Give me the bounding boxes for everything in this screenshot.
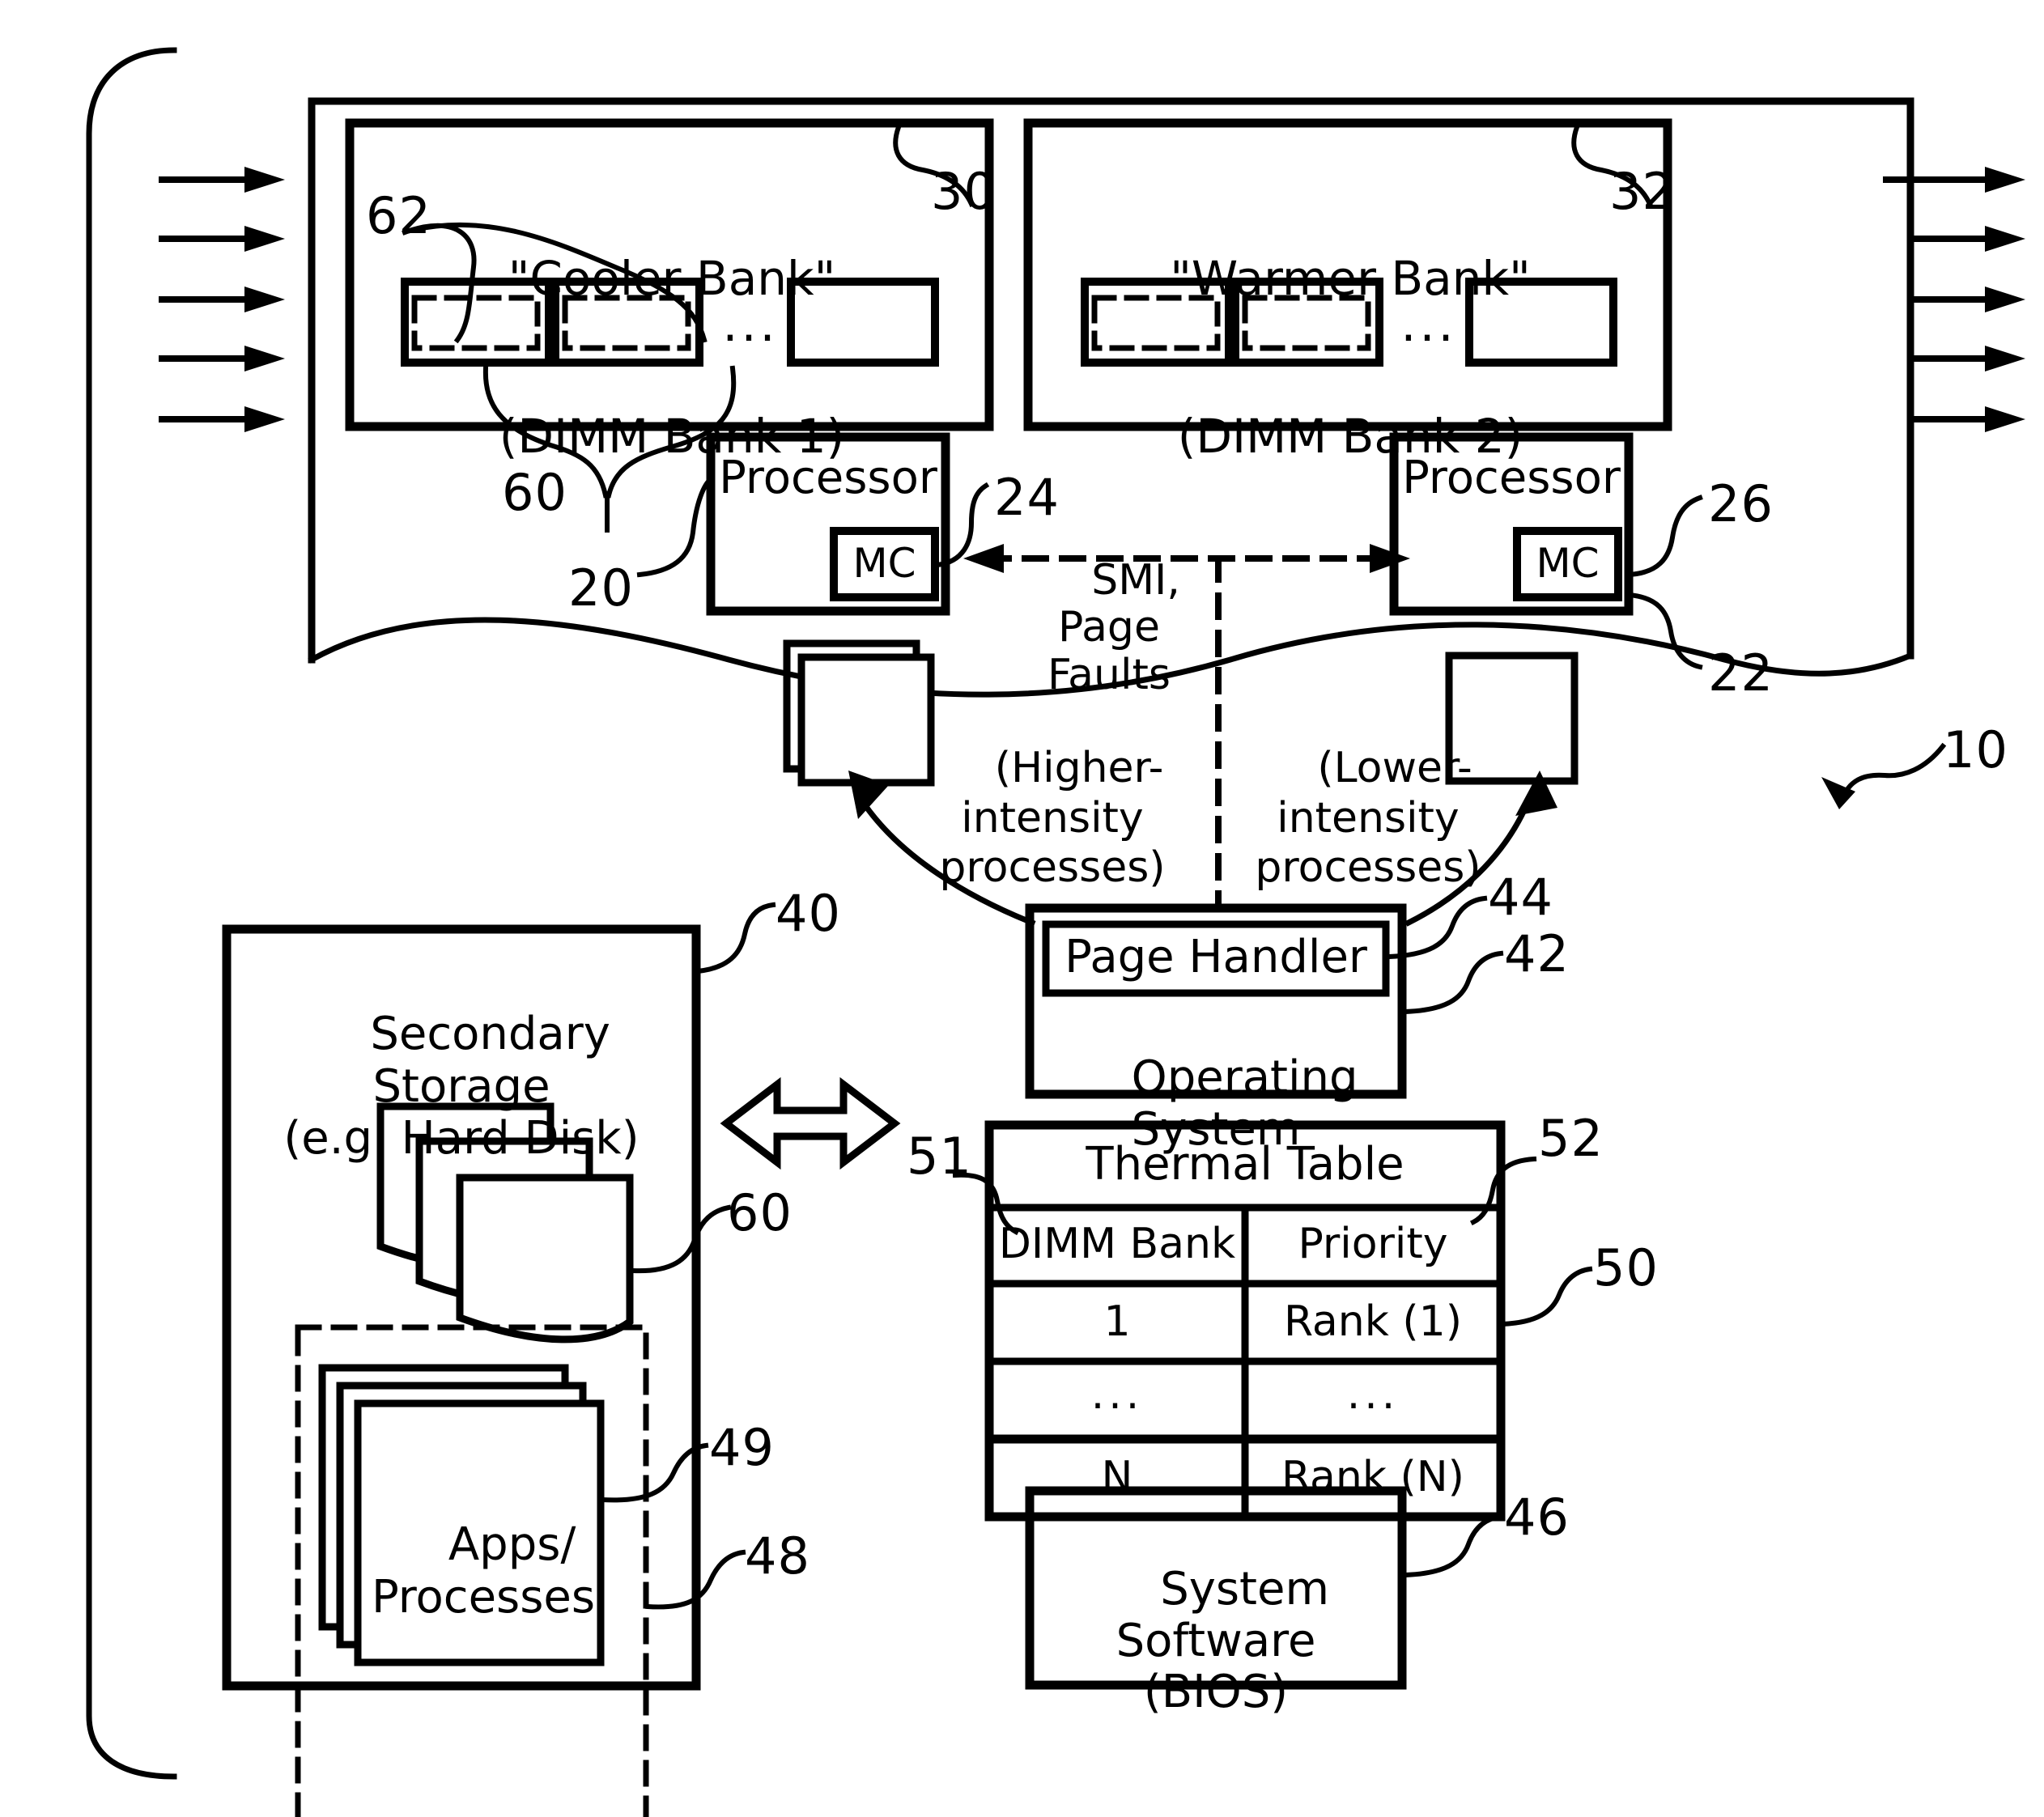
ref-48: 48: [745, 1526, 810, 1586]
ref-60-memory: 60: [502, 463, 567, 522]
warmer-bank-title: "Warmer Bank" (DIMM Bank 2): [1170, 250, 1531, 464]
higher-intensity-label: (Higher- intensity processes): [939, 744, 1166, 893]
ref-20: 20: [568, 558, 634, 618]
ref-40: 40: [776, 884, 841, 943]
thermal-table-title: Thermal Table: [1086, 1138, 1404, 1191]
thermal-table-cell-r1c0: ...: [1090, 1370, 1144, 1419]
thermal-table-header-dimm-bank: DIMM Bank: [998, 1220, 1236, 1268]
mc-right-label: MC: [1536, 540, 1600, 587]
processor-left-label: Processor: [719, 452, 937, 504]
leader-46: [1402, 1513, 1504, 1578]
lower-intensity-label: (Lower- intensity processes): [1255, 744, 1481, 893]
thermal-table-cell-r0c1: Rank (1): [1283, 1297, 1463, 1346]
leader-48: [644, 1549, 746, 1610]
system-bracket: [86, 47, 177, 1780]
ref-49: 49: [709, 1418, 775, 1477]
ref-51: 51: [907, 1127, 972, 1186]
arrowhead-higher: [848, 771, 889, 819]
mc-left-label: MC: [852, 540, 916, 587]
ref-46: 46: [1504, 1488, 1570, 1547]
thermal-table-header-priority: Priority: [1298, 1220, 1448, 1268]
airflow-in-arrows: [159, 167, 285, 432]
airflow-out-stems: [1911, 176, 1954, 422]
leader-42: [1402, 950, 1504, 1015]
ref-26: 26: [1708, 474, 1774, 533]
processor-right-label: Processor: [1402, 452, 1621, 504]
thermal-table-cell-r2c0: N: [1101, 1453, 1133, 1501]
leader-10-arrowhead: [1821, 777, 1855, 809]
secondary-storage-title: Secondary Storage (e.g. Hard Disk): [283, 1008, 640, 1165]
thermal-table-cell-r2c1: Rank (N): [1281, 1453, 1464, 1501]
ref-10: 10: [1943, 720, 2008, 779]
airflow-out-arrows: [1883, 167, 2025, 432]
page-stack-higher: [783, 639, 935, 787]
ref-50: 50: [1593, 1238, 1659, 1297]
ref-62: 62: [366, 186, 431, 245]
apps-processes-label: Apps/ Processes: [371, 1518, 596, 1624]
storage-memory-exchange-arrow: [720, 1076, 901, 1170]
cooler-bank-ellipsis: ...: [722, 296, 779, 353]
figure-canvas: "Cooler Bank" (DIMM Bank 1) ... "Warmer …: [0, 0, 2044, 1817]
thermal-table-cell-r0c0: 1: [1103, 1297, 1131, 1346]
leader-22: [1625, 592, 1703, 670]
bios-label: System Software (BIOS): [1115, 1562, 1330, 1719]
ref-42: 42: [1504, 924, 1570, 983]
warmer-bank-ellipsis: ...: [1400, 296, 1457, 353]
arrowhead-lower: [1515, 771, 1557, 816]
leader-49: [599, 1442, 709, 1503]
leader-50: [1499, 1266, 1593, 1327]
ref-60-storage: 60: [727, 1183, 793, 1242]
thermal-table-cell-r1c1: ...: [1346, 1370, 1400, 1419]
leader-40: [695, 902, 776, 974]
leader-10: [1840, 742, 1947, 799]
ref-52: 52: [1538, 1109, 1604, 1168]
ref-22: 22: [1708, 643, 1774, 703]
ref-30: 30: [931, 162, 997, 221]
leader-26: [1625, 495, 1703, 578]
ref-44: 44: [1488, 868, 1553, 927]
page-handler-label: Page Handler: [1064, 931, 1367, 983]
ref-32: 32: [1609, 162, 1675, 221]
